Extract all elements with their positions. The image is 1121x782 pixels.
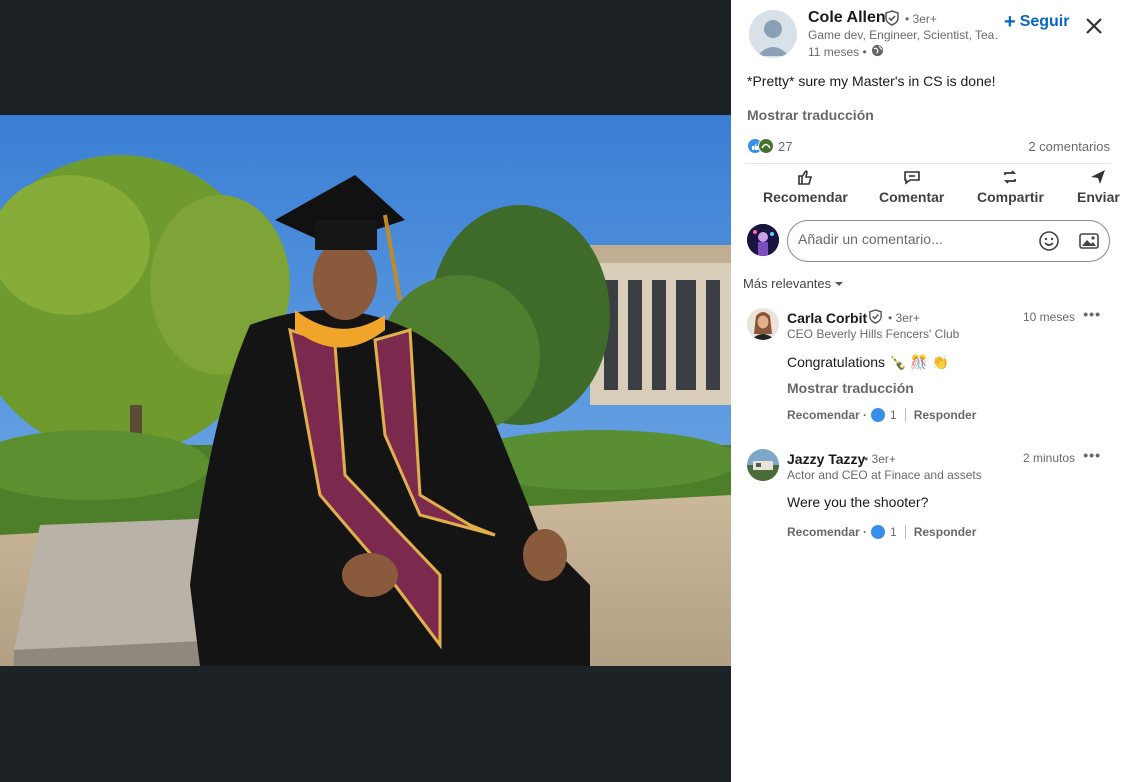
show-translation-link[interactable]: Mostrar traducción [787,380,914,396]
post-details-panel: Cole Allen • 3er+ Game dev, Engineer, Sc… [731,0,1121,782]
author-headline: Game dev, Engineer, Scientist, Tea… [808,28,998,42]
ellipsis-icon[interactable]: ••• [1083,447,1101,463]
commenter-avatar[interactable] [747,308,779,340]
reaction-count: 27 [778,138,793,154]
verified-icon [868,309,883,329]
commenter-name[interactable]: Carla Corbit [787,310,867,326]
repost-button[interactable]: Compartir [977,168,1044,205]
person-placeholder-icon [749,10,797,58]
graduation-photo [0,115,731,666]
ellipsis-icon[interactable]: ••• [1083,306,1101,322]
comment-actions: Recomendar · 1 Responder [787,525,976,539]
sort-dropdown[interactable]: Más relevantes [743,276,844,291]
commenter-degree: • 3er+ [864,452,896,466]
post-time: 11 meses • [808,45,867,59]
comment-time: 10 meses [1022,310,1075,324]
reply-button[interactable]: Responder [914,525,977,539]
repost-arrows-icon [1004,170,1017,184]
separator [904,408,906,422]
commenter-avatar[interactable] [747,449,779,481]
send-label: Enviar [1077,189,1120,205]
media-area [0,0,731,782]
comment-like-count: 1 [890,525,897,539]
paper-plane-icon [1091,170,1106,184]
follow-label: Seguir [1019,13,1070,30]
smiley-icon[interactable] [1038,230,1060,252]
comments-count[interactable]: 2 comentarios [1028,139,1110,154]
sort-label: Más relevantes [743,276,832,291]
author-name[interactable]: Cole Allen [808,9,886,27]
comment-input[interactable] [798,231,1028,247]
comment-input-box[interactable] [787,220,1110,262]
repost-label: Compartir [977,189,1044,205]
post-viewer-modal: Cole Allen • 3er+ Game dev, Engineer, Sc… [0,0,1121,782]
comment-item: Jazzy Tazzy • 3er+ Actor and CEO at Fina… [747,447,1111,549]
author-avatar[interactable] [749,10,797,58]
comment-like-count: 1 [890,408,897,422]
commenter-name[interactable]: Jazzy Tazzy [787,451,865,467]
post-photo[interactable] [0,115,731,666]
comment-label: Comentar [879,189,945,205]
reaction-icons [747,138,775,154]
current-user-avatar[interactable] [747,224,779,256]
show-translation-link[interactable]: Mostrar traducción [747,107,874,123]
thumbs-up-icon [798,170,813,185]
send-button[interactable]: Enviar [1077,168,1120,205]
comment-button[interactable]: Comentar [879,168,944,205]
image-icon[interactable] [1078,230,1100,252]
plus-icon: + [1004,11,1016,33]
like-button[interactable]: Recomendar [763,168,848,205]
action-bar: Recomendar Comentar Compartir Enviar [731,168,1121,212]
speech-bubble-icon [903,171,920,185]
commenter-headline: Actor and CEO at Finace and assets [787,468,982,482]
comment-item: Carla Corbit • 3er+ CEO Beverly Hills Fe… [747,306,1111,428]
comment-text: Congratulations 🍾 🎊 👏 [787,354,950,370]
divider [745,163,1111,164]
reply-button[interactable]: Responder [914,408,977,422]
like-label: Recomendar [763,189,848,205]
close-icon[interactable] [1083,15,1105,37]
reactions-summary[interactable]: 27 [747,138,792,154]
comment-time: 2 minutos [1022,451,1075,465]
post-meta: 11 meses • [808,44,884,60]
post-text: *Pretty* sure my Master's in CS is done! [747,73,996,89]
follow-button[interactable]: + Seguir [1004,11,1070,33]
author-degree: • 3er+ [905,12,937,26]
commenter-degree: • 3er+ [888,311,920,325]
comment-text: Were you the shooter? [787,494,929,510]
comment-like-button[interactable]: Recomendar · [787,408,867,422]
caret-down-icon [835,281,844,286]
comment-actions: Recomendar · 1 Responder [787,408,976,422]
commenter-headline: CEO Beverly Hills Fencers' Club [787,327,960,341]
thumbs-up-icon [871,525,886,539]
separator [904,525,906,539]
globe-icon [871,44,884,60]
comment-like-button[interactable]: Recomendar · [787,525,867,539]
thumbs-up-icon [871,408,886,422]
